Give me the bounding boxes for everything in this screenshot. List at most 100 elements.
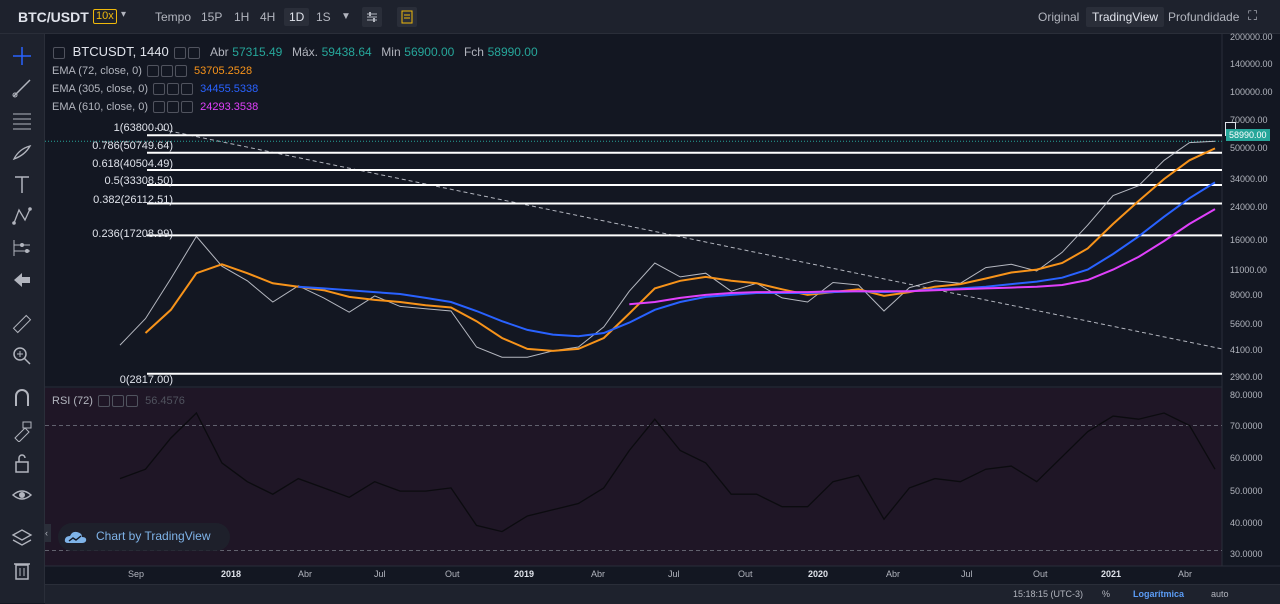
- time-tick: Jul: [961, 569, 973, 579]
- ema-305-close-icon[interactable]: [181, 83, 194, 96]
- fullscreen-icon[interactable]: ⛶: [1248, 8, 1257, 24]
- ema-610-eye-icon[interactable]: [153, 101, 166, 114]
- ohlc-legend: BTCUSDT, 1440 Abr 57315.49 Máx. 59438.64…: [53, 44, 538, 59]
- fib-label-0: 0(2817.00): [119, 374, 173, 386]
- crosshair-icon[interactable]: [11, 45, 33, 67]
- ema-72-eye-icon[interactable]: [146, 65, 159, 78]
- rsi-close-icon[interactable]: [126, 395, 139, 408]
- price-tick: 11000.00: [1230, 265, 1267, 275]
- rsi-eye-icon[interactable]: [98, 395, 111, 408]
- chart-area[interactable]: BTCUSDT, 1440 Abr 57315.49 Máx. 59438.64…: [45, 32, 1280, 603]
- trash-icon[interactable]: [11, 559, 33, 581]
- ema-72-legend[interactable]: EMA (72, close, 0) 53705.2528: [52, 65, 253, 78]
- indicator-settings-icon[interactable]: [362, 7, 382, 27]
- ema-305-legend[interactable]: EMA (305, close, 0) 34455.5338: [52, 83, 259, 96]
- high-value: 59438.64: [321, 45, 372, 59]
- ema-610-settings-icon[interactable]: [167, 101, 180, 114]
- price-tick: 140000.00: [1230, 59, 1273, 69]
- view-tradingview[interactable]: TradingView: [1086, 7, 1165, 27]
- more-timeframes-icon[interactable]: ▼: [341, 11, 351, 22]
- time-tick: Abr: [591, 569, 606, 579]
- arrow-left-icon[interactable]: [11, 269, 33, 291]
- tempo-label[interactable]: Tempo: [155, 10, 191, 24]
- ema-610-value: 24293.3538: [200, 101, 259, 113]
- ema-305-label: EMA (305, close, 0): [52, 83, 148, 95]
- price-tick: 70000.00: [1230, 115, 1268, 125]
- log-scale-toggle[interactable]: Logarítmica: [1133, 589, 1184, 599]
- trend-line-icon[interactable]: [11, 77, 33, 99]
- ema-72-settings-icon[interactable]: [160, 65, 173, 78]
- pattern-tool-icon[interactable]: [11, 205, 33, 227]
- close-value: 58990.00: [487, 45, 538, 59]
- eye-icon[interactable]: [11, 484, 33, 506]
- horizontal-lines-icon[interactable]: [11, 109, 33, 131]
- collapse-panel-icon[interactable]: ‹: [45, 524, 51, 542]
- ema-305-value: 34455.5338: [200, 83, 259, 95]
- watermark-text[interactable]: Chart by TradingView: [96, 529, 211, 543]
- time-tick: Out: [445, 569, 460, 579]
- clock-time: 15:18:15 (UTC-3): [1013, 589, 1084, 599]
- price-tick: 24000.00: [1230, 202, 1268, 212]
- fib-label-0382: 0.382(26112.51): [93, 194, 173, 206]
- ema-305-settings-icon[interactable]: [167, 83, 180, 96]
- time-tick: 2018: [221, 569, 242, 579]
- tradingview-cloud-icon: [64, 531, 87, 543]
- price-tick: 4100.00: [1230, 345, 1263, 355]
- chevron-down-icon[interactable]: ▾: [121, 9, 126, 20]
- timeframe-1h[interactable]: 1H: [234, 10, 249, 24]
- rsi-settings-icon[interactable]: [112, 395, 125, 408]
- rsi-tick: 30.0000: [1230, 549, 1263, 559]
- fib-label-05: 0.5(33308.50): [104, 175, 174, 187]
- time-tick: Jul: [668, 569, 680, 579]
- price-tick: 50000.00: [1230, 143, 1268, 153]
- rsi-tick: 50.0000: [1230, 486, 1263, 496]
- legend-settings-icon[interactable]: [174, 46, 187, 59]
- layers-icon[interactable]: [11, 527, 33, 549]
- leverage-badge[interactable]: 10x: [93, 9, 117, 24]
- rsi-tick: 80.0000: [1230, 390, 1263, 400]
- ema-72-value: 53705.2528: [194, 65, 253, 77]
- chart-template-icon[interactable]: [397, 7, 417, 27]
- ema-610-close-icon[interactable]: [181, 101, 194, 114]
- percent-scale-toggle[interactable]: %: [1102, 589, 1110, 599]
- rsi-label: RSI (72): [52, 395, 93, 407]
- time-tick: Jul: [374, 569, 386, 579]
- price-chart-svg[interactable]: [45, 34, 1280, 603]
- prediction-tool-icon[interactable]: [11, 237, 33, 259]
- legend-title: BTCUSDT, 1440: [72, 44, 169, 59]
- collapse-legend-icon[interactable]: [53, 46, 65, 59]
- unlock-icon[interactable]: [11, 452, 33, 474]
- magnet-icon[interactable]: [11, 387, 33, 409]
- rsi-tick: 40.0000: [1230, 518, 1263, 528]
- price-tick: 200000.00: [1230, 32, 1273, 42]
- time-tick: Out: [1033, 569, 1048, 579]
- price-tick: 100000.00: [1230, 87, 1273, 97]
- timeframe-1s[interactable]: 1S: [316, 10, 331, 24]
- legend-close-icon[interactable]: [188, 46, 201, 59]
- view-profundidade[interactable]: Profundidade: [1168, 10, 1239, 24]
- ema-305-eye-icon[interactable]: [153, 83, 166, 96]
- low-label: Min: [381, 45, 401, 59]
- price-tick: 5600.00: [1230, 319, 1263, 329]
- price-tick: 8000.00: [1230, 290, 1263, 300]
- rsi-legend[interactable]: RSI (72) 56.4576: [52, 395, 185, 408]
- text-tool-icon[interactable]: [11, 173, 33, 195]
- time-tick: Out: [738, 569, 753, 579]
- timeframe-15p[interactable]: 15P: [201, 10, 222, 24]
- time-tick: 2021: [1101, 569, 1122, 579]
- lock-drawings-icon[interactable]: [11, 420, 33, 442]
- ema-72-close-icon[interactable]: [174, 65, 187, 78]
- price-tick: 16000.00: [1230, 235, 1268, 245]
- zoom-in-icon[interactable]: [11, 345, 33, 367]
- fib-label-0618: 0.618(40504.49): [92, 158, 173, 170]
- timeframe-4h[interactable]: 4H: [260, 10, 275, 24]
- time-tick: 2020: [808, 569, 829, 579]
- ema-610-legend[interactable]: EMA (610, close, 0) 24293.3538: [52, 101, 259, 114]
- ruler-icon[interactable]: [11, 313, 33, 335]
- view-original[interactable]: Original: [1038, 10, 1079, 24]
- auto-scale-toggle[interactable]: auto: [1211, 589, 1229, 599]
- brush-icon[interactable]: [11, 141, 33, 163]
- timeframe-1d[interactable]: 1D: [284, 8, 310, 26]
- symbol-title[interactable]: BTC/USDT: [18, 9, 89, 25]
- bottom-toolbar: 15:18:15 (UTC-3) % Logarítmica auto: [45, 584, 1280, 604]
